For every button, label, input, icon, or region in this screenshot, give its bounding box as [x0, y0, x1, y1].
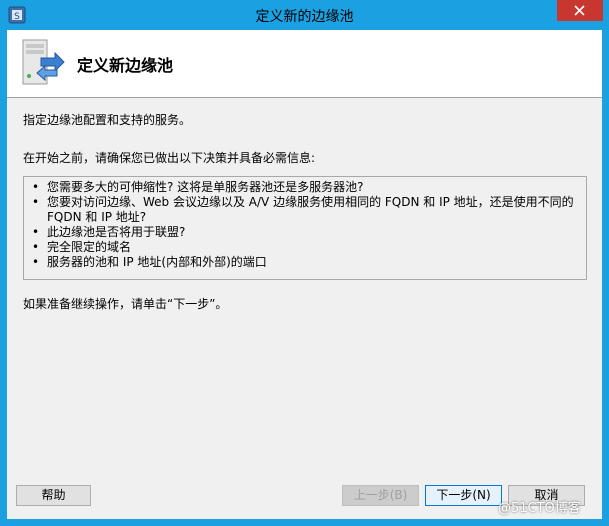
help-button[interactable]: 帮助	[16, 485, 91, 506]
list-item: • 完全限定的域名	[32, 240, 580, 255]
bullet: •	[32, 195, 40, 209]
window-title: 定义新的边缘池	[255, 9, 354, 25]
list-item-text: 您要对访问边缘、Web 会议边缘以及 A/V 边缘服务使用相同的 FQDN 和 …	[47, 195, 574, 209]
intro-text: 指定边缘池配置和支持的服务。	[23, 113, 192, 127]
list-item: • 您要对访问边缘、Web 会议边缘以及 A/V 边缘服务使用相同的 FQDN 和…	[32, 195, 580, 225]
list-item: • 服务器的池和 IP 地址(内部和外部)的端口	[32, 255, 580, 270]
next-button[interactable]: 下一步(N)	[425, 485, 502, 506]
dialog-window: S 定义新的边缘池 定义新边缘池 指定边缘池配置和支持的服务。 在开始之前，请确…	[0, 0, 609, 526]
list-item: • 此边缘池是否将用于联盟?	[32, 225, 580, 240]
decisions-list-box: • 您需要多大的可伸缩性? 这将是单服务器池还是多服务器池? • 您要对访问边缘、W…	[23, 176, 587, 280]
server-arrows-icon	[17, 36, 71, 90]
bullet: •	[32, 225, 40, 239]
wizard-banner: 定义新边缘池	[7, 30, 602, 98]
list-item-text-continued: FQDN 和 IP 地址?	[47, 210, 147, 224]
title-bar[interactable]: S 定义新的边缘池	[0, 0, 609, 30]
list-item-text: 您需要多大的可伸缩性? 这将是单服务器池还是多服务器池?	[47, 180, 364, 194]
back-button[interactable]: 上一步(B)	[342, 485, 419, 506]
bullet: •	[32, 255, 40, 269]
banner-title: 定义新边缘池	[77, 56, 174, 75]
bullet: •	[32, 180, 40, 194]
dialog-client-area: 定义新边缘池 指定边缘池配置和支持的服务。 在开始之前，请确保您已做出以下决策并…	[7, 30, 602, 519]
close-icon	[574, 5, 585, 16]
continue-instruction: 如果准备继续操作，请单击“下一步”。	[23, 297, 228, 311]
list-item-text: 完全限定的域名	[47, 240, 132, 254]
watermark: @51CTO博客	[498, 501, 581, 516]
list-item: • 您需要多大的可伸缩性? 这将是单服务器池还是多服务器池?	[32, 180, 580, 195]
list-item-text: 此边缘池是否将用于联盟?	[47, 225, 186, 239]
prerequisites-text: 在开始之前，请确保您已做出以下决策并具备必需信息:	[23, 151, 316, 165]
bullet: •	[32, 240, 40, 254]
list-item-text: 服务器的池和 IP 地址(内部和外部)的端口	[47, 255, 267, 269]
close-button[interactable]	[557, 0, 603, 21]
